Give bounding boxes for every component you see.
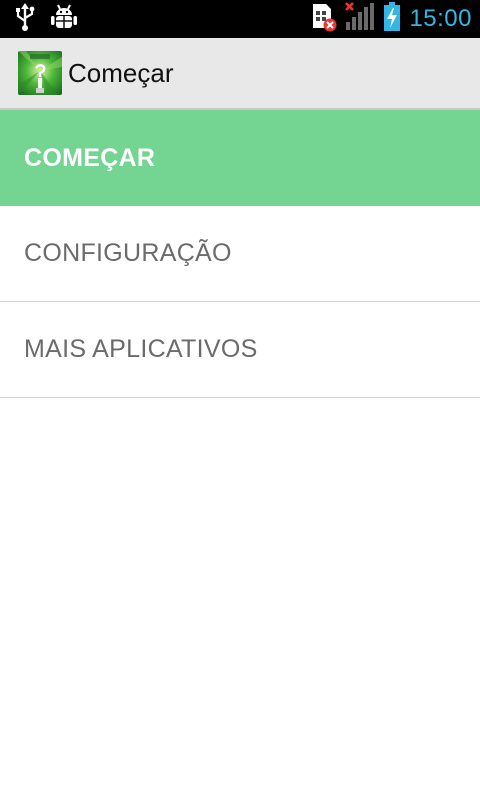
usb-icon: [14, 2, 36, 36]
menu-item-configuracao[interactable]: CONFIGURAÇÃO: [0, 206, 480, 302]
menu-item-comecar[interactable]: COMEÇAR: [0, 110, 480, 206]
status-right-icons: 15:00: [311, 0, 472, 38]
no-sim-icon: [311, 2, 337, 37]
page-title: Começar: [68, 57, 174, 88]
menu-list: COMEÇAR CONFIGURAÇÃO MAIS APLICATIVOS: [0, 110, 480, 398]
signal-none-icon: [345, 1, 375, 37]
menu-item-mais-aplicativos[interactable]: MAIS APLICATIVOS: [0, 302, 480, 398]
android-debug-icon: [50, 3, 78, 36]
app-icon[interactable]: [18, 51, 62, 95]
menu-item-label: MAIS APLICATIVOS: [24, 335, 258, 363]
status-clock: 15:00: [409, 5, 472, 32]
status-bar: 15:00: [0, 0, 480, 38]
battery-charging-icon: [383, 1, 401, 37]
menu-item-label: CONFIGURAÇÃO: [24, 239, 232, 267]
action-bar: Começar: [0, 38, 480, 110]
menu-item-label: COMEÇAR: [24, 143, 156, 172]
status-left-icons: [0, 2, 78, 36]
